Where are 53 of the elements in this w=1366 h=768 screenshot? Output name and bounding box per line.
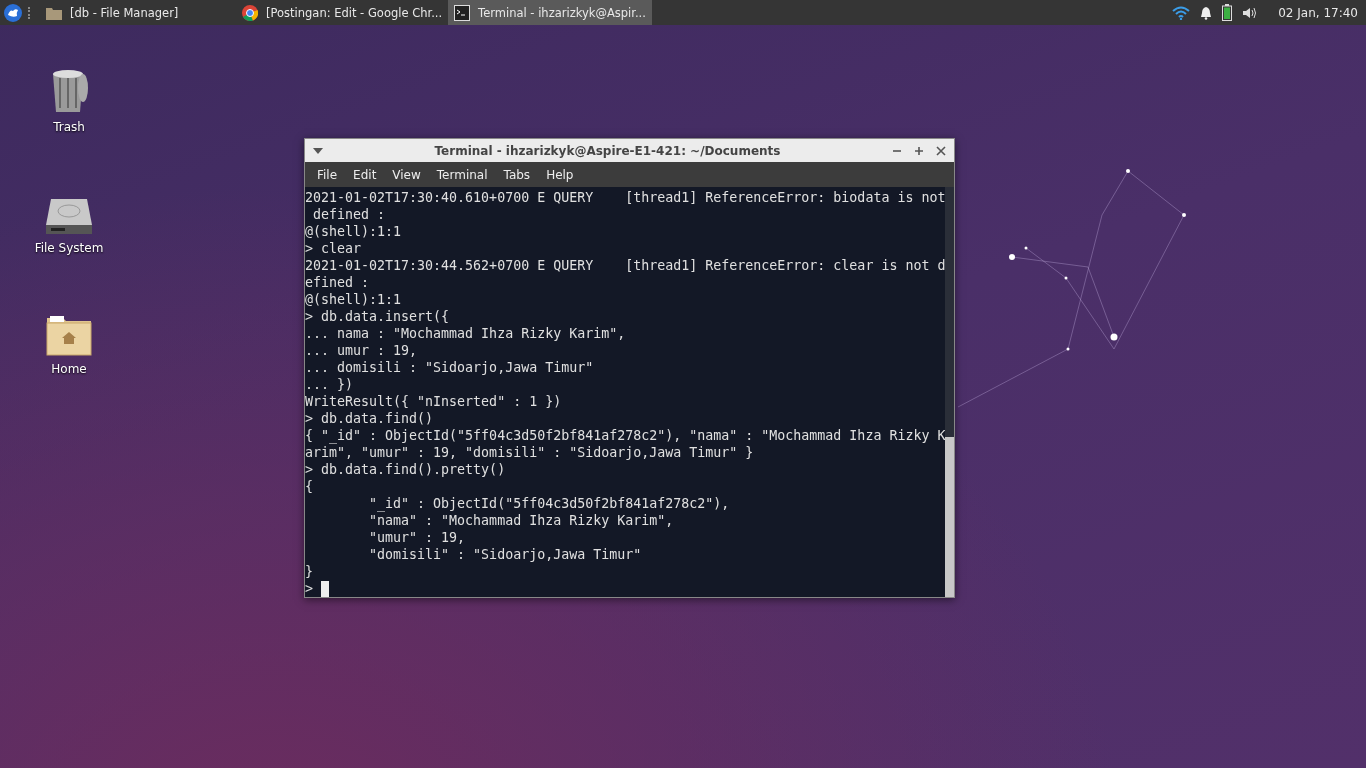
menu-item[interactable]: Edit [345,167,385,182]
scrollbar[interactable] [945,187,954,597]
taskbar-item[interactable]: [db - File Manager] [40,0,236,25]
clock[interactable]: 02 Jan, 17:40 [1278,5,1358,20]
menu-item[interactable]: File [309,167,346,182]
close-icon[interactable] [936,145,946,156]
terminal-line: 2021-01-02T17:30:40.610+0700 E QUERY [thread1] ReferenceError: biodata is not [305,189,946,206]
menu-item[interactable]: Terminal [428,167,496,182]
menu-item[interactable]: View [384,167,429,182]
terminal-line: "umur" : 19, [368,529,467,546]
terminal-line: > db.data.insert({ [305,308,451,325]
prompt: > [305,580,313,597]
desktop-icon-label[interactable]: File System [34,241,104,255]
scrollbar-thumb[interactable] [945,437,954,597]
hard-drive-icon[interactable] [45,197,93,235]
terminal-line: ... umur : 19, [305,342,419,359]
terminal-line: } [305,563,314,580]
browser-icon [242,4,258,21]
terminal-line: arim", "umur" : 19, "domisili" : "Sidoarjo,Jawa Timur" } [305,444,755,461]
terminal-line: defined : [312,206,387,223]
terminal-line: > db.data.find() [305,410,435,427]
terminal-line: efined : [305,274,371,291]
terminal-line: @(shell):1:1 [305,223,403,240]
terminal-line: @(shell):1:1 [305,291,403,308]
bell-icon[interactable] [1200,5,1213,20]
window-title: Terminal - ihzarizkyk@Aspire-E1-421: ~/Documents [433,143,782,158]
speaker-icon[interactable] [1242,5,1259,20]
terminal-line: 2021-01-02T17:30:44.562+0700 E QUERY [thread1] ReferenceError: clear is not d [305,257,946,274]
home-folder-icon[interactable] [45,314,93,356]
terminal-line: ... }) [305,376,355,393]
terminal-line: WriteResult({ "nInserted" : 1 }) [305,393,563,410]
desktop-icon-label[interactable]: Trash [53,120,85,134]
terminal-line: { "_id" : ObjectId("5ff04c3d50f2bf841af278c2"), "nama" : "Mochammad Ihza Rizky K [305,427,946,444]
terminal-line: ... domisili : "Sidoarjo,Jawa Timur" [305,359,595,376]
desktop-icon-label[interactable]: Home [51,362,87,376]
window-menu-icon[interactable] [313,147,323,154]
terminal-line: > clear [305,240,363,257]
terminal-line: { [305,478,314,495]
terminal-line: "_id" : ObjectId("5ff04c3d50f2bf841af278c2"), [368,495,731,512]
wifi-icon[interactable] [1172,5,1191,20]
terminal-line: "nama" : "Mochammad Ihza Rizky Karim", [368,512,675,529]
battery-icon[interactable] [1222,4,1233,21]
terminal-line: > db.data.find().pretty() [305,461,507,478]
terminal-line: "domisili" : "Sidoarjo,Jawa Timur" [368,546,643,563]
taskbar-item[interactable]: Terminal - ihzarizkyk@Aspir... [448,0,652,25]
terminal-icon [454,4,471,21]
app-menu-icon[interactable] [4,3,22,22]
menu-item[interactable]: Help [538,167,582,182]
menu-item[interactable]: Tabs [495,167,539,182]
taskbar-item[interactable]: [Postingan: Edit - Google Chr... [236,0,449,25]
maximize-icon[interactable] [914,145,924,156]
terminal-line: ... nama : "Mochammad Ihza Rizky Karim", [305,325,627,342]
folder-icon [46,5,62,20]
